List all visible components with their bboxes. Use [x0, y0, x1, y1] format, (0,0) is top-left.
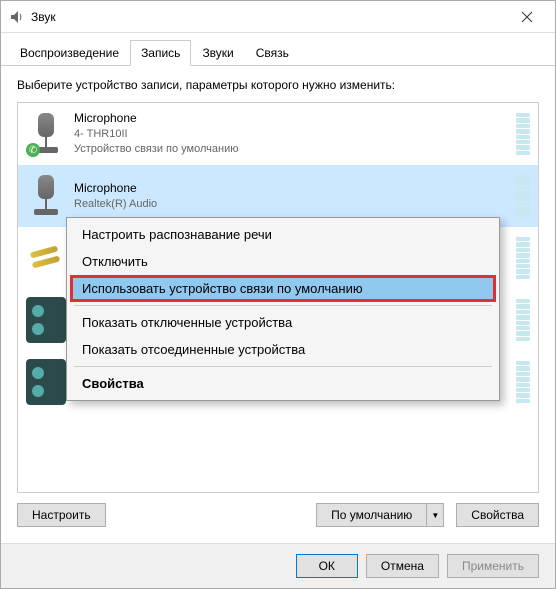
context-menu: Настроить распознавание речи Отключить И… — [66, 217, 500, 401]
device-subtitle: 4- THR10II — [74, 127, 508, 142]
device-list[interactable]: Microphone 4- THR10II Устройство связи п… — [17, 102, 539, 493]
properties-button[interactable]: Свойства — [456, 503, 539, 527]
titlebar: Звук — [1, 1, 555, 33]
microphone-icon — [26, 111, 66, 157]
window-title: Звук — [31, 10, 507, 24]
default-split-button[interactable]: По умолчанию ▼ — [316, 503, 444, 527]
menu-show-disabled[interactable]: Показать отключенные устройства — [70, 309, 496, 336]
voicemeeter-icon — [26, 359, 66, 405]
device-status: Устройство связи по умолчанию — [74, 142, 508, 157]
default-button[interactable]: По умолчанию — [316, 503, 426, 527]
apply-button[interactable]: Применить — [447, 554, 539, 578]
menu-use-default-comm[interactable]: Использовать устройство связи по умолчан… — [70, 275, 496, 302]
tab-recording[interactable]: Запись — [130, 40, 191, 66]
vu-meter — [516, 113, 530, 155]
tab-communication[interactable]: Связь — [245, 40, 300, 66]
speaker-icon — [9, 9, 25, 25]
line-in-icon — [26, 235, 66, 281]
menu-show-disconnected[interactable]: Показать отсоединенные устройства — [70, 336, 496, 363]
tab-sounds[interactable]: Звуки — [191, 40, 244, 66]
vu-meter — [516, 237, 530, 279]
tab-playback[interactable]: Воспроизведение — [9, 40, 130, 66]
device-name: Microphone — [74, 180, 508, 197]
vu-meter — [516, 361, 530, 403]
microphone-icon — [26, 173, 66, 219]
dialog-footer: ОК Отмена Применить — [1, 543, 555, 588]
menu-separator — [74, 366, 492, 367]
configure-button[interactable]: Настроить — [17, 503, 106, 527]
device-subtitle: Realtek(R) Audio — [74, 197, 508, 212]
close-button[interactable] — [507, 2, 547, 32]
voicemeeter-icon — [26, 297, 66, 343]
device-row[interactable]: Microphone 4- THR10II Устройство связи п… — [18, 103, 538, 165]
vu-meter — [516, 175, 530, 217]
menu-disable[interactable]: Отключить — [70, 248, 496, 275]
default-comm-badge-icon — [26, 143, 40, 157]
device-info: Microphone Realtek(R) Audio — [74, 180, 508, 212]
cancel-button[interactable]: Отмена — [366, 554, 439, 578]
list-button-bar: Настроить По умолчанию ▼ Свойства — [17, 493, 539, 531]
ok-button[interactable]: ОК — [296, 554, 358, 578]
close-icon — [521, 11, 533, 23]
tab-strip: Воспроизведение Запись Звуки Связь — [1, 33, 555, 66]
device-name: Microphone — [74, 110, 508, 127]
default-dropdown[interactable]: ▼ — [426, 503, 444, 527]
menu-properties[interactable]: Свойства — [70, 370, 496, 397]
tab-content: Выберите устройство записи, параметры ко… — [1, 66, 555, 543]
menu-separator — [74, 305, 492, 306]
sound-dialog: Звук Воспроизведение Запись Звуки Связь … — [0, 0, 556, 589]
menu-configure-speech[interactable]: Настроить распознавание речи — [70, 221, 496, 248]
device-info: Microphone 4- THR10II Устройство связи п… — [74, 110, 508, 158]
chevron-down-icon: ▼ — [431, 511, 439, 520]
instruction-text: Выберите устройство записи, параметры ко… — [17, 78, 539, 92]
vu-meter — [516, 299, 530, 341]
